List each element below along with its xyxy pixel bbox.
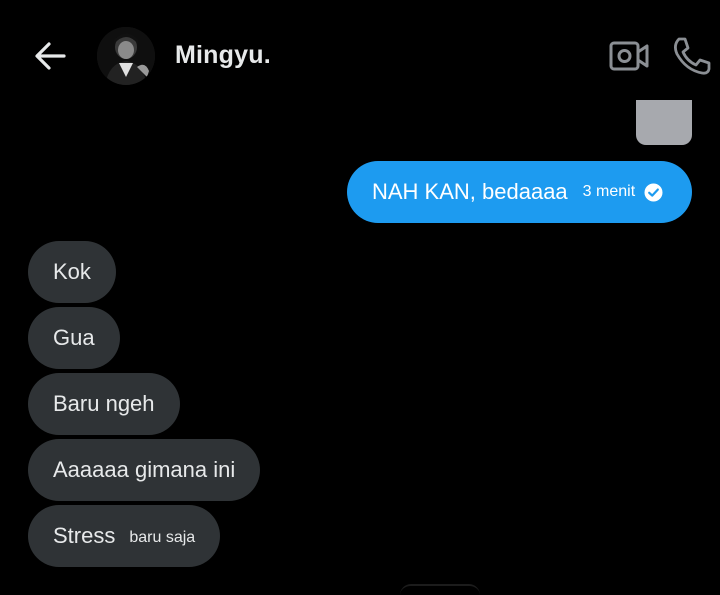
back-button[interactable] <box>30 38 70 74</box>
message-timestamp: baru saja <box>129 529 196 546</box>
conversation-header: Mingyu. <box>0 0 720 112</box>
received-message-bubble[interactable]: Baru ngeh <box>28 373 180 435</box>
avatar[interactable] <box>97 27 155 85</box>
profile-photo <box>97 27 155 85</box>
read-check-icon <box>644 183 663 202</box>
message-timestamp: 3 menit <box>582 183 636 200</box>
sent-message-bubble[interactable]: NAH KAN, bedaaaa 3 menit <box>347 161 692 223</box>
message-text: Gua <box>53 325 95 350</box>
received-message-bubble[interactable]: Kok <box>28 241 116 303</box>
message-text: Aaaaaa gimana ini <box>53 457 236 482</box>
voice-call-button[interactable] <box>670 36 712 76</box>
phone-icon <box>674 37 711 75</box>
received-message-bubble[interactable]: Aaaaaa gimana ini <box>28 439 261 501</box>
received-message-bubble[interactable]: Gua <box>28 307 120 369</box>
video-camera-icon <box>609 41 649 71</box>
dm-conversation-screen: Mingyu. NAH KAN, bedaaaa 3 menit Kok Gua… <box>0 0 720 595</box>
contact-name[interactable]: Mingyu. <box>175 41 271 70</box>
message-text: Baru ngeh <box>53 391 155 416</box>
message-text: Stress <box>53 523 116 548</box>
scroll-indicator <box>400 584 480 595</box>
message-text: Kok <box>53 259 91 284</box>
arrow-left-icon <box>35 42 66 70</box>
video-call-button[interactable] <box>608 38 650 74</box>
message-text: NAH KAN, bedaaaa <box>372 179 568 204</box>
received-message-bubble[interactable]: Stress baru saja <box>28 505 221 567</box>
previous-sent-bubble <box>636 100 692 145</box>
